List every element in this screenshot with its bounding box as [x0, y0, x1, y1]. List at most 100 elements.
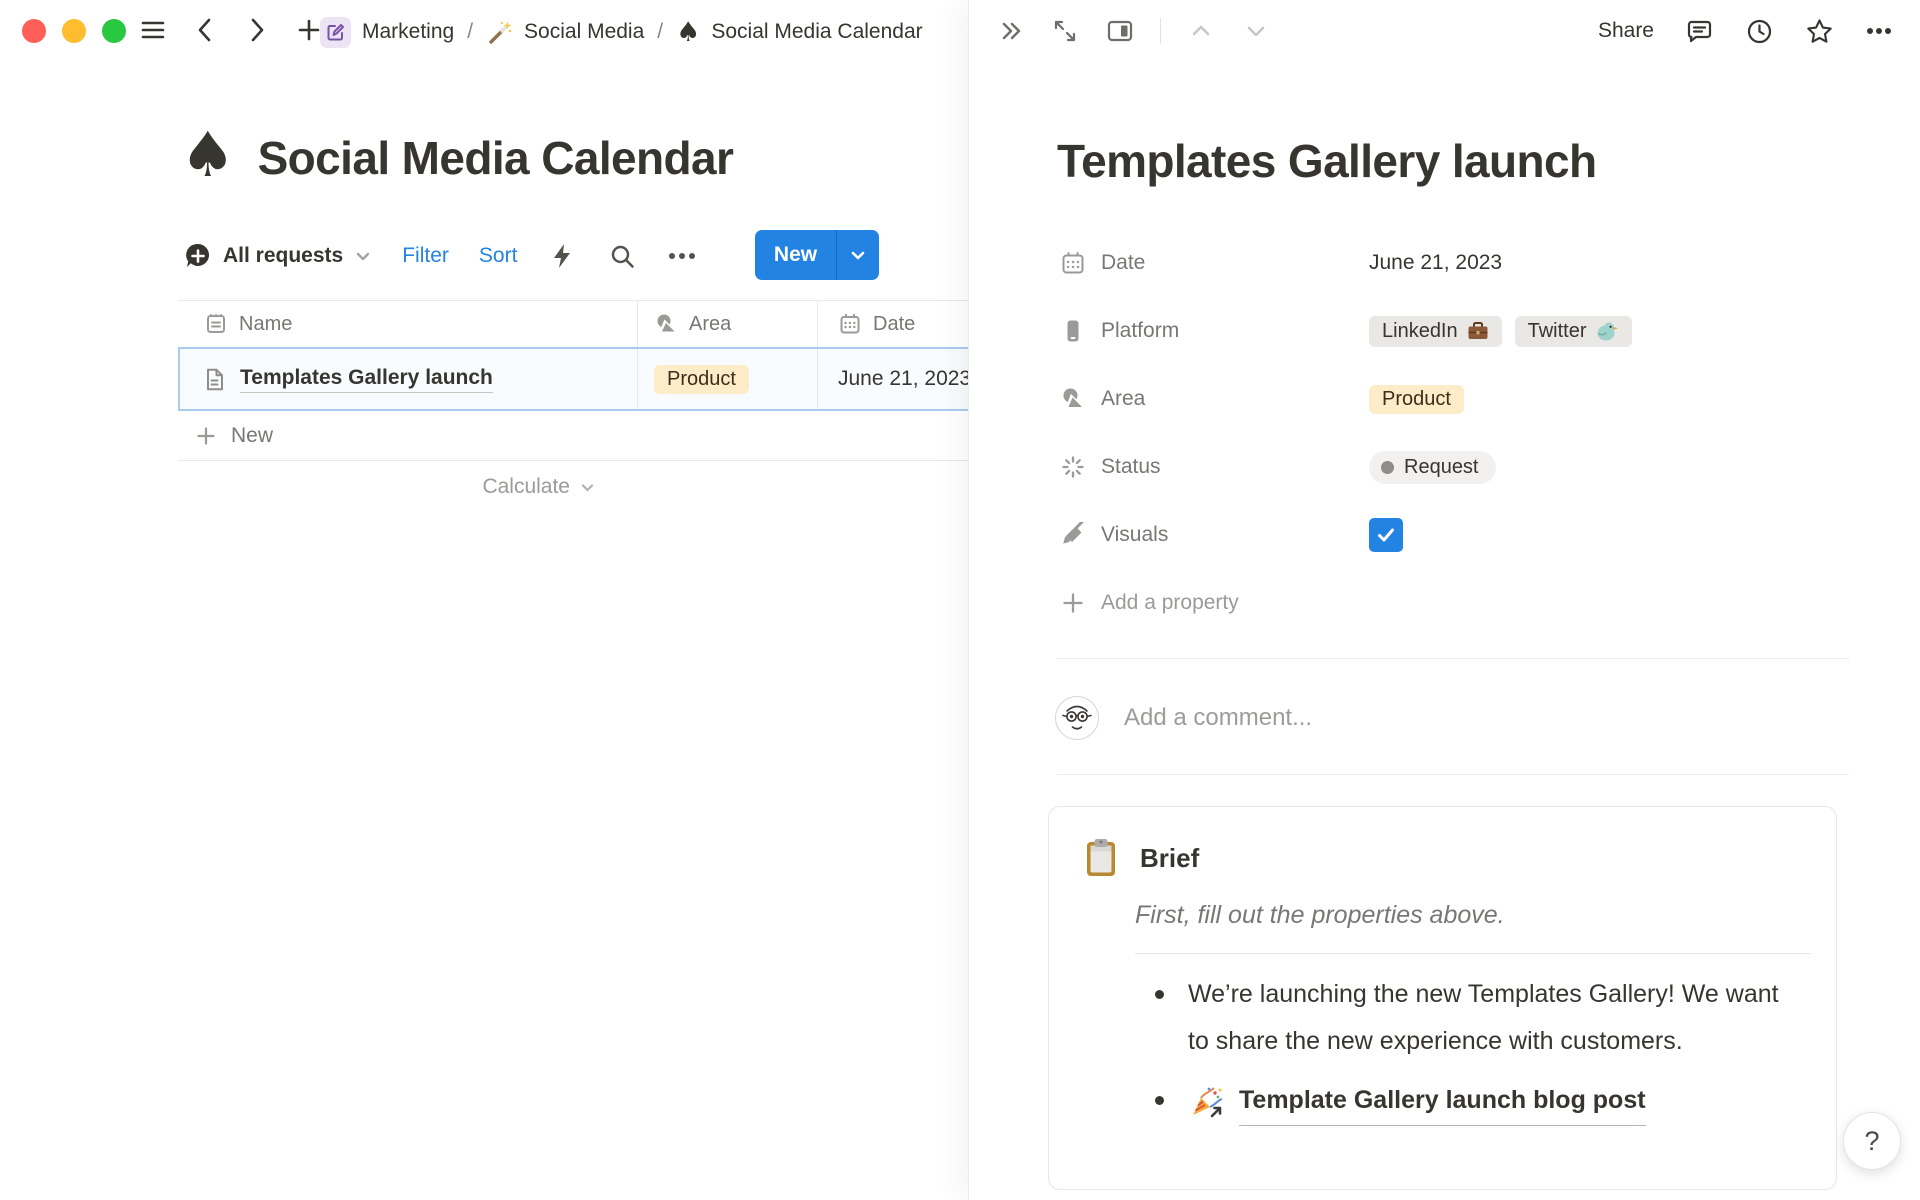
property-value-status[interactable]: Request [1369, 451, 1496, 484]
property-label-platform[interactable]: Platform [1059, 318, 1369, 345]
bullet-item: Template Gallery launch blog post [1155, 1077, 1815, 1126]
add-property-button[interactable]: Add a property [1059, 569, 1849, 637]
close-peek-icon[interactable] [995, 16, 1025, 46]
close-window-button[interactable] [22, 19, 46, 43]
minimize-window-button[interactable] [62, 19, 86, 43]
column-label: Area [689, 313, 731, 336]
add-property-label: Add a property [1101, 591, 1239, 615]
breadcrumb-label: Social Media Calendar [711, 20, 922, 44]
view-selector-all-requests[interactable]: All requests [184, 242, 372, 270]
next-record-icon[interactable] [1241, 16, 1271, 46]
comment-input[interactable]: Add a comment... [1124, 704, 1312, 732]
user-avatar [1055, 696, 1099, 740]
area-column-icon [654, 312, 678, 336]
toolbar-divider [1160, 18, 1161, 44]
help-button[interactable]: ? [1843, 1112, 1901, 1170]
comment-composer: Add a comment... [1055, 696, 1312, 740]
calculate-button[interactable]: Calculate [178, 461, 638, 513]
status-dot [1381, 461, 1394, 474]
updates-clock-icon[interactable] [1744, 16, 1774, 46]
bullet-dot [1155, 990, 1164, 999]
date-column-icon [838, 312, 862, 336]
previous-record-icon[interactable] [1186, 16, 1216, 46]
page-icon-spade[interactable]: ♠ [180, 124, 236, 186]
phone-icon [1059, 318, 1086, 345]
window-controls [22, 19, 126, 43]
view-more-icon[interactable] [667, 241, 697, 271]
property-label-visuals[interactable]: Visuals [1059, 522, 1369, 549]
property-name: Area [1101, 387, 1145, 411]
bullet-dot [1155, 1096, 1164, 1105]
paintbrush-icon [1059, 522, 1086, 549]
column-header-name[interactable]: Name [178, 301, 638, 347]
name-column-icon [204, 312, 228, 336]
brief-title: Brief [1140, 843, 1199, 874]
property-row-area: Area Product [1059, 365, 1849, 433]
shapes-icon [1059, 386, 1086, 413]
breadcrumb-item-marketing[interactable]: Marketing [320, 17, 454, 48]
bird-icon [1596, 320, 1619, 342]
briefcase-icon [1467, 320, 1489, 342]
column-header-area[interactable]: Area [638, 301, 818, 347]
breadcrumb-separator: / [467, 20, 473, 44]
peek-panel: Share Templates Gallery launch [968, 0, 1920, 1200]
more-options-icon[interactable] [1864, 16, 1894, 46]
brief-bullets: We’re launching the new Templates Galler… [1155, 971, 1815, 1126]
new-record-label[interactable]: New [755, 230, 837, 280]
property-label-status[interactable]: Status [1059, 454, 1369, 481]
tag-label: Twitter [1528, 320, 1587, 343]
breadcrumb-separator: / [657, 20, 663, 44]
breadcrumb-item-social-media-calendar[interactable]: ♠ Social Media Calendar [676, 19, 923, 46]
plus-icon [1059, 590, 1086, 617]
cell-area[interactable]: Product [638, 347, 818, 411]
section-divider [1057, 658, 1849, 659]
nav-forward-icon[interactable] [242, 15, 272, 45]
nav-back-icon[interactable] [190, 15, 220, 45]
new-record-dropdown[interactable] [837, 230, 879, 280]
sidebar-menu-icon[interactable] [138, 15, 168, 45]
automations-lightning-icon[interactable] [547, 241, 577, 271]
blog-post-page-link[interactable]: Template Gallery launch blog post [1239, 1077, 1646, 1126]
visuals-checkbox[interactable] [1369, 518, 1403, 552]
search-icon[interactable] [607, 241, 637, 271]
filter-button[interactable]: Filter [402, 244, 449, 268]
check-icon [1375, 524, 1397, 546]
party-popper-icon [1188, 1083, 1226, 1121]
property-label-date[interactable]: Date [1059, 250, 1369, 277]
sort-button[interactable]: Sort [479, 244, 518, 268]
cell-name[interactable]: Templates Gallery launch [178, 347, 638, 411]
property-label-area[interactable]: Area [1059, 386, 1369, 413]
status-label: Request [1404, 456, 1479, 479]
bullet-text: We’re launching the new Templates Galler… [1188, 971, 1803, 1065]
share-button[interactable]: Share [1598, 19, 1654, 43]
property-name: Platform [1101, 319, 1179, 343]
requests-view-icon [184, 242, 212, 270]
property-value-date[interactable]: June 21, 2023 [1369, 251, 1502, 275]
tag-label: LinkedIn [1382, 320, 1458, 343]
spade-icon: ♠ [676, 19, 700, 46]
property-row-date: Date June 21, 2023 [1059, 229, 1849, 297]
breadcrumb-item-social-media[interactable]: Social Media [486, 19, 644, 46]
property-value-area[interactable]: Product [1369, 385, 1464, 414]
area-tag: Product [1369, 385, 1464, 414]
memo-icon [320, 17, 351, 48]
breadcrumb-label: Marketing [362, 20, 454, 44]
new-row-label: New [231, 424, 273, 448]
platform-tag-twitter: Twitter [1515, 316, 1632, 347]
date-value: June 21, 2023 [838, 367, 971, 391]
plus-icon [194, 424, 218, 448]
row-title-link[interactable]: Templates Gallery launch [240, 366, 493, 393]
property-value-platform[interactable]: LinkedIn Twitter [1369, 316, 1632, 347]
zoom-window-button[interactable] [102, 19, 126, 43]
comments-icon[interactable] [1684, 16, 1714, 46]
brief-divider [1135, 953, 1811, 954]
new-record-button[interactable]: New [755, 230, 879, 280]
chevron-down-icon [579, 479, 596, 496]
notion-window: Marketing / Social Media / ♠ Social Medi… [0, 0, 1920, 1200]
favorite-star-icon[interactable] [1804, 16, 1834, 46]
status-spinner-icon [1059, 454, 1086, 481]
peek-toolbar: Share [969, 0, 1920, 62]
expand-page-icon[interactable] [1050, 16, 1080, 46]
calendar-icon [1059, 250, 1086, 277]
side-peek-icon[interactable] [1105, 16, 1135, 46]
